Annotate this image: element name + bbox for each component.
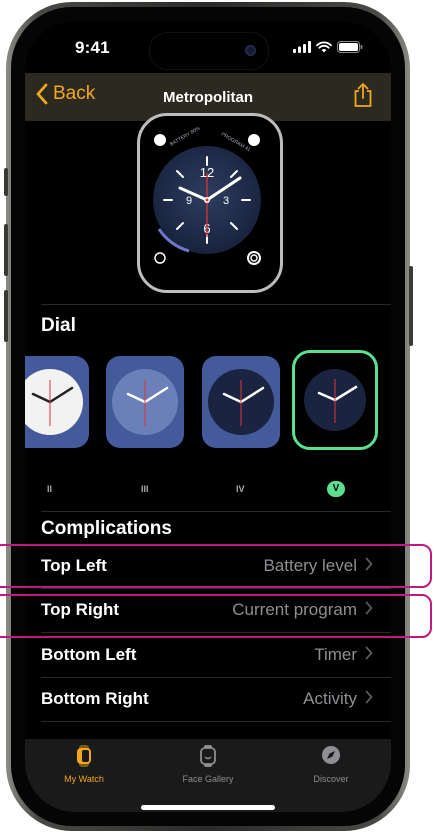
status-icons [293, 41, 363, 53]
page-title: Metropolitan [163, 89, 253, 106]
battery-complication-label: BATTERY 80% [169, 125, 202, 147]
dial-option-iv-label: IV [236, 484, 245, 494]
complication-row-bottom-left[interactable]: Bottom Left Timer [25, 633, 391, 677]
volume-down-button [4, 290, 8, 342]
timer-complication [154, 252, 166, 264]
row-divider [41, 721, 391, 722]
dial-option-iii-label: III [141, 484, 149, 494]
watch-face-icon [200, 745, 216, 767]
dial-option-iv[interactable] [202, 356, 280, 448]
chevron-right-icon [365, 646, 373, 660]
highlight-box-top-left [0, 544, 432, 588]
power-button [409, 266, 413, 346]
wifi-icon [316, 41, 332, 53]
dial-option-ii-label: II [47, 484, 53, 494]
status-time: 9:41 [75, 38, 110, 57]
cellular-signal-icon [293, 41, 311, 53]
action-button [4, 168, 8, 196]
tab-face-gallery[interactable]: Face Gallery [163, 745, 253, 784]
tab-discover[interactable]: Discover [286, 745, 376, 784]
home-indicator[interactable] [141, 805, 275, 810]
volume-up-button [4, 224, 8, 276]
complication-label: Bottom Right [41, 689, 149, 708]
chevron-right-icon [365, 690, 373, 704]
complication-value: Timer [314, 645, 357, 664]
dial-selected-badge: V [327, 481, 345, 497]
svg-text:9: 9 [186, 195, 192, 207]
share-icon [354, 83, 372, 107]
complication-value: Activity [303, 689, 357, 708]
watch-face-graphic: 12 6 9 3 BATTERY 80% PROGRAM 41 [153, 125, 261, 265]
watch-face-preview: 12 6 9 3 BATTERY 80% PROGRAM 41 [137, 113, 283, 293]
dial-selected-badge-label: V [332, 483, 340, 494]
section-divider [41, 511, 391, 512]
tab-label: Discover [313, 774, 349, 784]
screen: 9:41 Back Metropolitan 12 9 3 BATTERY 80… [25, 21, 391, 812]
share-button[interactable] [353, 82, 373, 113]
tab-my-watch[interactable]: My Watch [39, 745, 129, 784]
highlight-box-top-right [0, 594, 432, 638]
dial-section-title: Dial [41, 315, 76, 336]
dial-option-v[interactable] [292, 350, 378, 450]
tab-label: My Watch [64, 774, 104, 784]
dial-v-face-icon [304, 369, 366, 431]
complication-label: Bottom Left [41, 645, 137, 664]
watch-icon [77, 745, 91, 767]
tab-bar: My Watch Face Gallery Discover [25, 739, 391, 812]
section-divider [41, 304, 391, 305]
activity-complication [247, 251, 261, 265]
dynamic-island [149, 32, 269, 70]
complications-section-title: Complications [41, 518, 172, 539]
dial-ii-face-icon [25, 369, 83, 435]
complication-row-bottom-right[interactable]: Bottom Right Activity [25, 677, 391, 721]
svg-text:3: 3 [223, 195, 229, 207]
tab-label: Face Gallery [182, 774, 234, 784]
battery-complication [154, 134, 166, 146]
battery-icon [337, 41, 363, 53]
front-camera [245, 45, 256, 56]
dial-iii-face-icon [112, 369, 178, 435]
program-complication [248, 134, 260, 146]
compass-icon [322, 746, 340, 764]
dial-iv-face-icon [208, 369, 274, 435]
dial-option-iii[interactable] [106, 356, 184, 448]
dial-option-ii[interactable] [25, 356, 89, 448]
